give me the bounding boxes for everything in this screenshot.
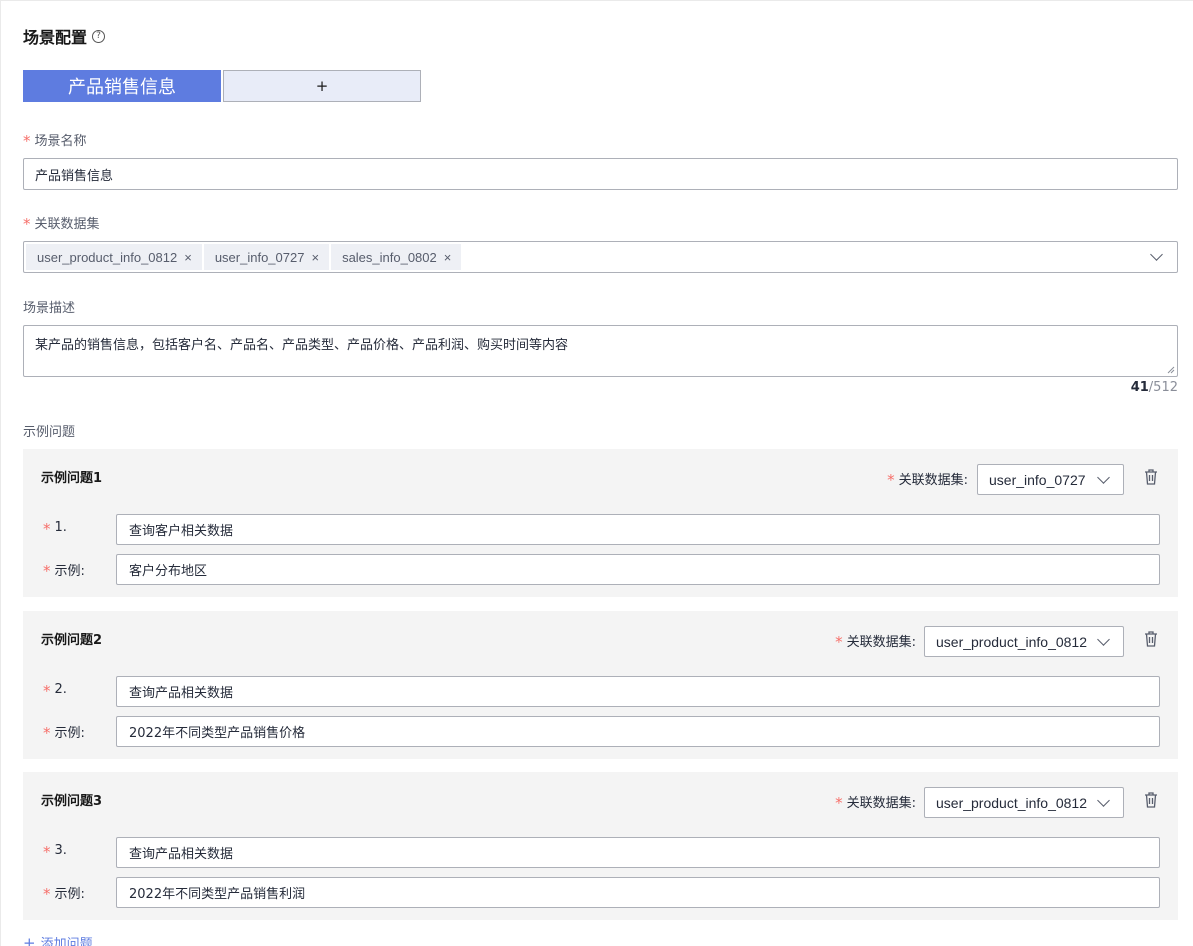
- example-question-card: 示例问题3 * 关联数据集: user_product_info_0812 * …: [23, 772, 1178, 920]
- card-dataset-value: user_product_info_0812: [936, 794, 1088, 811]
- card-dataset-label-text: 关联数据集:: [846, 635, 916, 650]
- char-max: /512: [1148, 380, 1178, 395]
- card-title: 示例问题1: [41, 471, 103, 486]
- dataset-chip-label: user_info_0727: [214, 249, 305, 265]
- required-mark: *: [23, 215, 31, 233]
- scene-name-label: * 场景名称: [23, 130, 87, 150]
- char-count: 41: [1130, 380, 1149, 395]
- add-scene-tab-button[interactable]: +: [223, 70, 421, 102]
- trash-icon[interactable]: [1144, 468, 1158, 486]
- plus-icon: +: [23, 933, 36, 946]
- example-input[interactable]: 客户分布地区: [116, 554, 1160, 585]
- examples-label-text: 示例问题: [23, 425, 76, 440]
- trash-icon[interactable]: [1144, 791, 1158, 809]
- page-title-text: 场景配置: [23, 28, 88, 47]
- card-dataset-label-text: 关联数据集:: [846, 796, 916, 811]
- description-textarea[interactable]: 某产品的销售信息，包括客户名、产品名、产品类型、产品价格、产品利润、购买时间等内…: [23, 325, 1178, 377]
- question-input[interactable]: 查询产品相关数据: [116, 837, 1160, 868]
- examples-label: 示例问题: [23, 421, 75, 440]
- add-question-button[interactable]: + 添加问题: [23, 933, 93, 946]
- scene-name-input[interactable]: 产品销售信息: [23, 158, 1178, 190]
- chevron-down-icon: [1097, 794, 1110, 807]
- description-label: 场景描述: [23, 297, 75, 316]
- question-number-text: 1.: [54, 520, 67, 535]
- question-number-text: 3.: [54, 843, 67, 858]
- example-question-card: 示例问题1 * 关联数据集: user_info_0727 * 1. 查询客户相…: [23, 449, 1178, 597]
- datasets-label-text: 关联数据集: [34, 217, 100, 232]
- example-label: * 示例:: [43, 883, 85, 903]
- chevron-down-icon[interactable]: [1150, 248, 1163, 261]
- page-title: 场景配置 ?: [23, 24, 106, 48]
- card-dataset-select[interactable]: user_info_0727: [977, 464, 1124, 495]
- question-input[interactable]: 查询客户相关数据: [116, 514, 1160, 545]
- chevron-down-icon: [1097, 471, 1110, 484]
- card-dataset-value: user_product_info_0812: [936, 633, 1088, 650]
- example-question-card: 示例问题2 * 关联数据集: user_product_info_0812 * …: [23, 611, 1178, 759]
- remove-chip-icon[interactable]: ×: [444, 250, 452, 265]
- example-input[interactable]: 2022年不同类型产品销售价格: [116, 716, 1160, 747]
- card-dataset-select[interactable]: user_product_info_0812: [924, 787, 1124, 818]
- resize-handle-icon[interactable]: [1167, 366, 1175, 374]
- required-mark: *: [43, 682, 51, 700]
- dataset-chip-label: sales_info_0802: [342, 249, 437, 265]
- required-mark: *: [43, 562, 51, 580]
- required-mark: *: [43, 885, 51, 903]
- card-dataset-label: * 关联数据集:: [835, 792, 916, 812]
- example-label-text: 示例:: [54, 564, 85, 579]
- datasets-label: * 关联数据集: [23, 213, 100, 233]
- description-label-text: 场景描述: [23, 301, 76, 316]
- dataset-chip: user_product_info_0812 ×: [26, 244, 202, 270]
- scene-tabs: 产品销售信息 +: [23, 70, 421, 102]
- card-title: 示例问题2: [41, 633, 103, 648]
- dataset-chip: user_info_0727 ×: [203, 244, 330, 270]
- example-label-text: 示例:: [54, 887, 85, 902]
- char-counter: 41/512: [1131, 380, 1178, 395]
- question-number-label: * 1.: [43, 519, 67, 538]
- chevron-down-icon: [1097, 633, 1110, 646]
- card-dataset-select[interactable]: user_product_info_0812: [924, 626, 1124, 657]
- required-mark: *: [43, 724, 51, 742]
- dataset-chip: sales_info_0802 ×: [331, 244, 462, 270]
- question-number-label: * 2.: [43, 681, 67, 700]
- required-mark: *: [835, 633, 843, 651]
- required-mark: *: [43, 843, 51, 861]
- question-input[interactable]: 查询产品相关数据: [116, 676, 1160, 707]
- add-question-label: 添加问题: [40, 937, 93, 946]
- tab-product-sales[interactable]: 产品销售信息: [23, 70, 221, 102]
- card-dataset-value: user_info_0727: [989, 471, 1086, 488]
- required-mark: *: [23, 132, 31, 150]
- scene-name-label-text: 场景名称: [34, 134, 87, 149]
- required-mark: *: [887, 471, 895, 489]
- remove-chip-icon[interactable]: ×: [311, 250, 319, 265]
- remove-chip-icon[interactable]: ×: [184, 250, 192, 265]
- card-dataset-label: * 关联数据集:: [887, 469, 968, 489]
- example-label: * 示例:: [43, 722, 85, 742]
- required-mark: *: [43, 520, 51, 538]
- question-number-label: * 3.: [43, 842, 67, 861]
- datasets-multiselect[interactable]: user_product_info_0812 × user_info_0727 …: [23, 241, 1178, 273]
- example-label-text: 示例:: [54, 726, 85, 741]
- description-text: 某产品的销售信息，包括客户名、产品名、产品类型、产品价格、产品利润、购买时间等内…: [35, 338, 569, 353]
- example-input[interactable]: 2022年不同类型产品销售利润: [116, 877, 1160, 908]
- example-label: * 示例:: [43, 560, 85, 580]
- card-title: 示例问题3: [41, 794, 103, 809]
- dataset-chip-label: user_product_info_0812: [37, 249, 178, 265]
- required-mark: *: [835, 794, 843, 812]
- trash-icon[interactable]: [1144, 630, 1158, 648]
- question-number-text: 2.: [54, 682, 67, 697]
- card-dataset-label-text: 关联数据集:: [898, 473, 968, 488]
- card-dataset-label: * 关联数据集:: [835, 631, 916, 651]
- help-icon[interactable]: ?: [92, 29, 106, 43]
